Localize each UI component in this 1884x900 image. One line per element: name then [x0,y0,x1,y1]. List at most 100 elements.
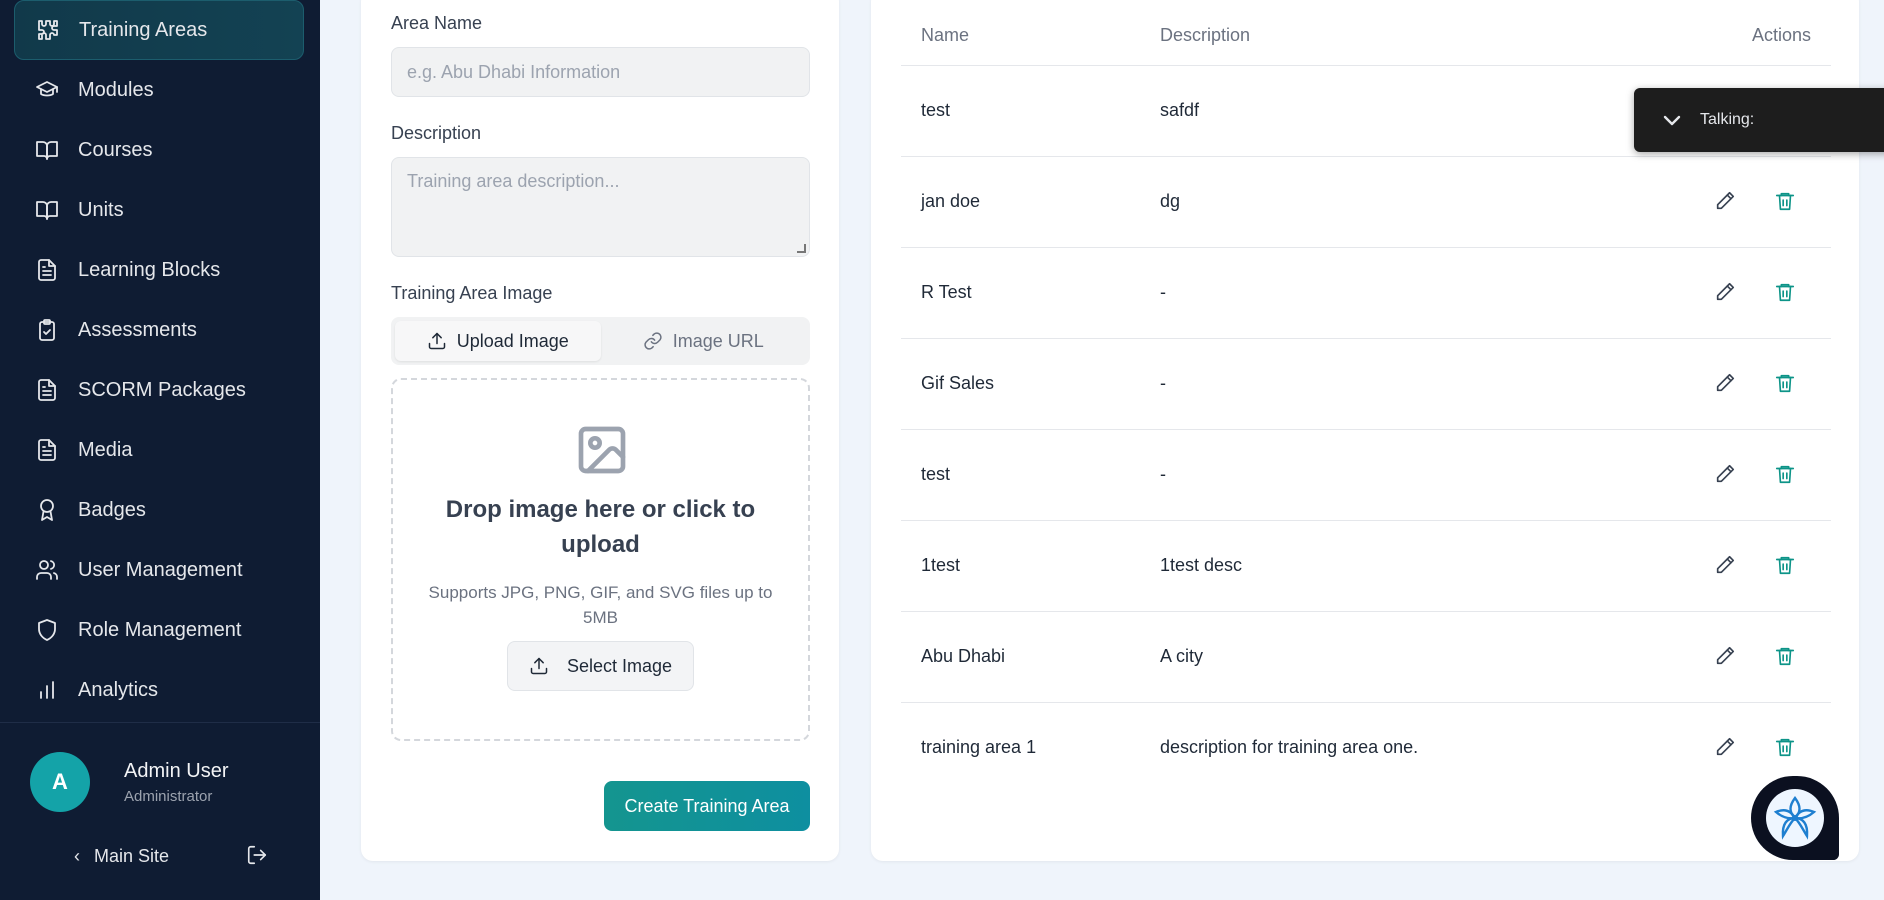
edit-icon[interactable] [1714,281,1738,305]
award-icon [34,497,60,523]
cell-name: training area 1 [921,737,1037,757]
trash-icon[interactable] [1774,281,1798,305]
sidebar-item-label: Media [78,438,133,461]
avatar: A [30,752,90,812]
trash-icon[interactable] [1774,554,1798,578]
sidebar-item-label: Role Management [78,618,242,641]
clipboard-check-icon [34,317,60,343]
cell-name: test [921,464,951,484]
edit-icon[interactable] [1714,736,1738,760]
cell-name: test [921,100,951,120]
sidebar-item-label: SCORM Packages [78,378,246,401]
sidebar-item-label: Training Areas [79,18,208,41]
bar-chart-icon [34,677,60,703]
sidebar-item-label: Learning Blocks [78,258,221,281]
tab-upload-image[interactable]: Upload Image [395,321,601,361]
cell-name: R Test [921,282,972,302]
assistant-chat-button[interactable] [1751,776,1839,860]
area-name-placeholder: e.g. Abu Dhabi Information [407,61,621,82]
upload-icon [530,657,548,675]
user-profile: A Admin User Administrator [30,752,228,812]
sidebar-item-label: Modules [78,78,154,101]
upload-icon [428,332,445,350]
assistant-logo-icon [1766,789,1824,847]
table-row: 1test 1test desc [901,521,1831,612]
trash-icon[interactable] [1774,463,1798,487]
cell-description: safdf [1160,100,1200,120]
description-label: Description [391,123,482,143]
table-row: test - [901,430,1831,521]
tab-image-url[interactable]: Image URL [601,321,807,361]
document-icon [34,257,60,283]
sidebar-item-media[interactable]: Media [14,420,304,480]
sidebar-divider [0,722,320,723]
table-row: Gif Sales - [901,339,1831,430]
link-icon [644,332,662,350]
book-open-icon [34,137,60,163]
sidebar: Training Areas Modules Courses Units Lea… [0,0,320,900]
edit-icon[interactable] [1714,463,1738,487]
edit-icon[interactable] [1714,645,1738,669]
sidebar-item-scorm-packages[interactable]: SCORM Packages [14,360,304,420]
sidebar-item-units[interactable]: Units [14,180,304,240]
sidebar-item-user-management[interactable]: User Management [14,540,304,600]
cell-name: jan doe [921,191,981,211]
select-image-button[interactable]: Select Image [507,641,694,691]
dropzone-title: Drop image here or click to upload [445,496,756,558]
talking-indicator[interactable]: Talking: [1634,88,1884,152]
training-area-form: Area Name e.g. Abu Dhabi Information Des… [361,0,839,861]
main-site-link[interactable]: ‹ Main Site [74,846,169,867]
table-row: training area 1 description for training… [901,703,1831,794]
cell-description: dg [1160,191,1181,211]
document-icon [34,377,60,403]
cell-name: Gif Sales [921,373,995,393]
cell-name: 1test [921,555,961,575]
graduation-cap-icon [34,77,60,103]
edit-icon[interactable] [1714,554,1738,578]
dropzone-subtitle: Supports JPG, PNG, GIF, and SVG files up… [428,583,773,627]
sidebar-item-label: Courses [78,138,153,161]
sidebar-item-courses[interactable]: Courses [14,120,304,180]
sidebar-item-role-management[interactable]: Role Management [14,600,304,660]
logout-icon[interactable] [246,844,270,868]
resize-handle[interactable] [797,244,806,253]
chevron-down-icon [1663,115,1681,126]
user-name: Admin User [124,759,229,782]
cell-description: 1test desc [1160,555,1243,575]
table-header: Name Description Actions [901,0,1831,66]
area-name-input[interactable]: e.g. Abu Dhabi Information [391,47,810,97]
puzzle-icon [35,17,61,43]
sidebar-item-training-areas[interactable]: Training Areas [14,0,304,60]
cell-description: - [1160,373,1166,393]
sidebar-item-modules[interactable]: Modules [14,60,304,120]
trash-icon[interactable] [1774,645,1798,669]
sidebar-item-assessments[interactable]: Assessments [14,300,304,360]
document-icon [34,437,60,463]
talking-label: Talking: [1700,111,1755,128]
sidebar-item-analytics[interactable]: Analytics [14,660,304,720]
tab-label: Image URL [672,330,764,351]
trash-icon[interactable] [1774,736,1798,760]
description-textarea[interactable]: Training area description... [391,157,810,257]
create-training-area-button[interactable]: Create Training Area [604,781,810,831]
image-source-tabs: Upload Image Image URL [391,317,810,365]
users-icon [34,557,60,583]
sidebar-item-badges[interactable]: Badges [14,480,304,540]
column-header-actions: Actions [1751,25,1811,45]
trash-icon[interactable] [1774,372,1798,396]
cell-description: - [1160,282,1166,302]
sidebar-item-label: Analytics [78,678,159,701]
image-label: Training Area Image [391,283,553,303]
table-row: jan doe dg [901,157,1831,248]
select-image-label: Select Image [566,655,673,676]
cell-name: Abu Dhabi [921,646,1006,666]
table-row: Abu Dhabi A city [901,612,1831,703]
image-dropzone[interactable]: Drop image here or click to upload Suppo… [391,378,810,741]
trash-icon[interactable] [1774,190,1798,214]
user-role: Administrator [124,787,213,805]
column-header-description: Description [1160,25,1251,45]
book-open-icon [34,197,60,223]
sidebar-item-learning-blocks[interactable]: Learning Blocks [14,240,304,300]
edit-icon[interactable] [1714,190,1738,214]
edit-icon[interactable] [1714,372,1738,396]
